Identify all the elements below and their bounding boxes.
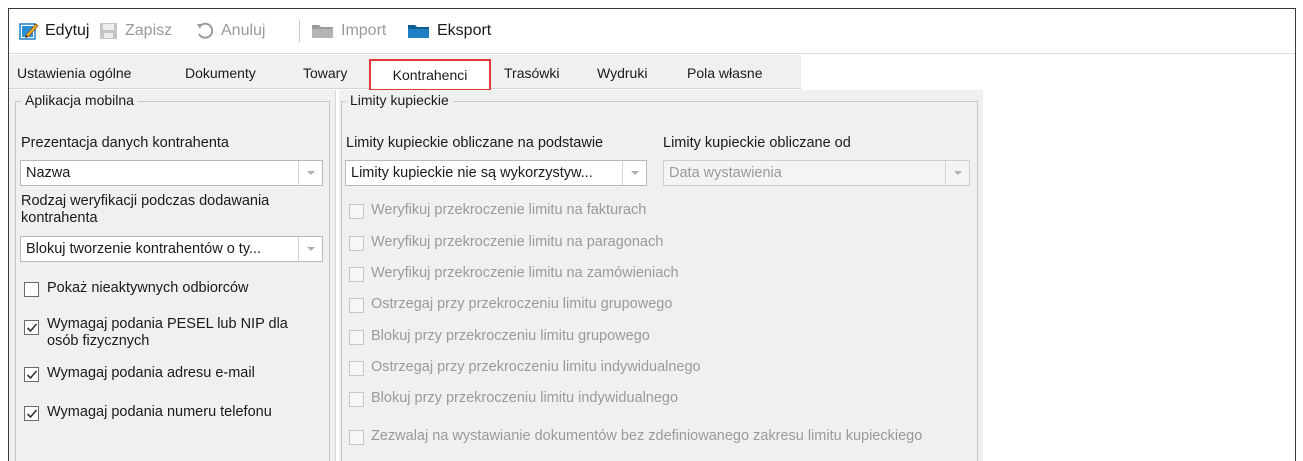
warn-group-limit-checkbox[interactable] xyxy=(349,298,364,313)
block-individual-limit-checkbox[interactable] xyxy=(349,392,364,407)
verification-select[interactable]: Blokuj tworzenie kontrahentów o ty... xyxy=(20,236,323,262)
tab-printouts[interactable]: Wydruki xyxy=(597,65,647,81)
cancel-button[interactable]: Anuluj xyxy=(195,20,265,42)
verify-orders-checkbox[interactable] xyxy=(349,267,364,282)
show-inactive-checkbox[interactable] xyxy=(24,282,39,297)
save-button[interactable]: Zapisz xyxy=(99,20,172,42)
save-label: Zapisz xyxy=(125,22,173,39)
tab-contractors-label: Kontrahenci xyxy=(392,67,468,83)
warn-individual-limit-checkbox[interactable] xyxy=(349,361,364,376)
group-title: Aplikacja mobilna xyxy=(21,92,138,108)
export-button[interactable]: Eksport xyxy=(407,20,491,42)
edit-icon xyxy=(19,21,39,41)
show-inactive-label: Pokaż nieaktywnych odbiorców xyxy=(47,280,249,296)
save-icon xyxy=(99,21,119,41)
edit-button[interactable]: Edytuj xyxy=(19,20,89,42)
verify-receipts-checkbox[interactable] xyxy=(349,236,364,251)
presentation-select[interactable]: Nazwa xyxy=(20,160,323,186)
tab-general-settings[interactable]: Ustawienia ogólne xyxy=(17,65,131,81)
toolbar-separator xyxy=(299,20,300,42)
group-title: Limity kupieckie xyxy=(346,92,453,108)
require-phone-checkbox[interactable] xyxy=(24,406,39,421)
undo-icon xyxy=(195,21,215,41)
tab-bar: Ustawienia ogólne Dokumenty Towary Kontr… xyxy=(9,55,801,91)
block-group-limit-checkbox[interactable] xyxy=(349,330,364,345)
require-email-label: Wymagaj podania adresu e-mail xyxy=(47,365,255,381)
warn-group-limit-label: Ostrzegaj przy przekroczeniu limitu grup… xyxy=(371,296,673,312)
verification-value: Blokuj tworzenie kontrahentów o ty... xyxy=(26,241,262,257)
tab-documents[interactable]: Dokumenty xyxy=(185,65,256,81)
content-area: Aplikacja mobilna Prezentacja danych kon… xyxy=(9,90,1295,461)
limits-from-select[interactable]: Data wystawienia xyxy=(663,160,970,186)
require-email-checkbox[interactable] xyxy=(24,367,39,382)
mobile-app-group: Aplikacja mobilna Prezentacja danych kon… xyxy=(9,90,336,461)
toolbar: Edytuj Zapisz Anuluj Import Eksport xyxy=(9,9,1295,54)
warn-individual-limit-label: Ostrzegaj przy przekroczeniu limitu indy… xyxy=(371,359,701,375)
limits-basis-label: Limity kupieckie obliczane na podstawie xyxy=(346,135,604,151)
group-border xyxy=(15,101,16,461)
block-individual-limit-label: Blokuj przy przekroczeniu limitu indywid… xyxy=(371,390,679,406)
trade-limits-group: Limity kupieckie Limity kupieckie oblicz… xyxy=(339,90,983,461)
verify-receipts-label: Weryfikuj przekroczenie limitu na parago… xyxy=(371,234,664,250)
require-pesel-nip-checkbox[interactable] xyxy=(24,320,39,335)
chevron-down-icon[interactable] xyxy=(945,161,969,185)
group-border xyxy=(341,101,342,461)
chevron-down-icon[interactable] xyxy=(622,161,646,185)
import-button[interactable]: Import xyxy=(311,20,386,42)
limits-basis-select[interactable]: Limity kupieckie nie są wykorzystyw... xyxy=(345,160,647,186)
chevron-down-icon[interactable] xyxy=(298,237,322,261)
verify-invoices-label: Weryfikuj przekroczenie limitu na faktur… xyxy=(371,202,647,218)
limits-from-label: Limity kupieckie obliczane od xyxy=(663,135,851,151)
limits-from-value: Data wystawienia xyxy=(669,165,782,181)
edit-label: Edytuj xyxy=(45,22,90,39)
require-phone-label: Wymagaj podania numeru telefonu xyxy=(47,404,272,420)
allow-no-limit-range-label: Zezwalaj na wystawianie dokumentów bez z… xyxy=(371,428,923,444)
verify-orders-label: Weryfikuj przekroczenie limitu na zamówi… xyxy=(371,265,679,281)
cancel-label: Anuluj xyxy=(221,22,266,39)
group-border xyxy=(977,101,978,461)
settings-window: Edytuj Zapisz Anuluj Import Eksport Usta… xyxy=(8,8,1296,461)
tab-contractors[interactable]: Kontrahenci xyxy=(369,59,491,91)
group-border xyxy=(329,101,330,461)
import-label: Import xyxy=(341,22,387,39)
allow-no-limit-range-checkbox[interactable] xyxy=(349,430,364,445)
limits-basis-value: Limity kupieckie nie są wykorzystyw... xyxy=(351,165,593,181)
presentation-label: Prezentacja danych kontrahenta xyxy=(21,135,229,151)
chevron-down-icon[interactable] xyxy=(298,161,322,185)
export-label: Eksport xyxy=(437,22,492,39)
tab-routes[interactable]: Trasówki xyxy=(504,65,560,81)
require-pesel-nip-label: Wymagaj podania PESEL lub NIP dla osób f… xyxy=(47,316,288,349)
folder-icon xyxy=(407,21,431,41)
tab-custom-fields[interactable]: Pola własne xyxy=(687,65,763,81)
presentation-value: Nazwa xyxy=(26,165,71,181)
verification-label: Rodzaj weryfikacji podczas dodawania kon… xyxy=(21,193,270,226)
block-group-limit-label: Blokuj przy przekroczeniu limitu grupowe… xyxy=(371,328,650,344)
folder-icon xyxy=(311,21,335,41)
tab-products[interactable]: Towary xyxy=(303,65,347,81)
verify-invoices-checkbox[interactable] xyxy=(349,204,364,219)
